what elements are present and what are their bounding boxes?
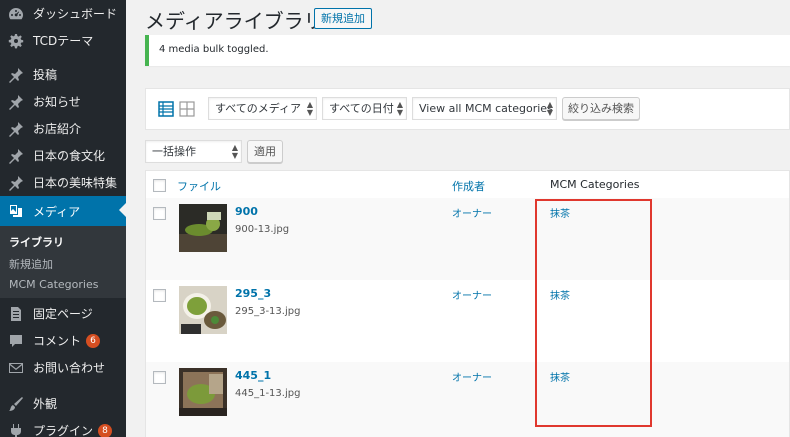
filter-button[interactable]: 絞り込み検索 — [562, 97, 640, 120]
pin-icon — [6, 92, 26, 112]
sidebar-item-label: TCDテーマ — [33, 34, 94, 48]
table-row: 445_1 445_1-13.jpg オーナー 抹茶 — [146, 362, 789, 437]
media-title-link[interactable]: 445_1 — [235, 369, 271, 382]
sidebar-item-news[interactable]: お知らせ — [0, 88, 126, 115]
gear-icon — [6, 31, 26, 51]
pin-icon — [6, 173, 26, 193]
select-arrows-icon: ▲ ▼ — [306, 100, 313, 117]
pin-icon — [6, 65, 26, 85]
grid-view-icon[interactable] — [179, 101, 195, 117]
sidebar-item-label: お問い合わせ — [33, 361, 106, 375]
sidebar-item-plugins[interactable]: プラグイン 8 — [0, 417, 126, 437]
sidebar-item-label: コメント — [33, 334, 82, 348]
select-arrows-icon: ▲ ▼ — [396, 100, 403, 117]
submenu-library[interactable]: ライブラリ — [9, 234, 64, 250]
submenu-mcm-categories[interactable]: MCM Categories — [9, 278, 98, 291]
media-filename: 295_3-13.jpg — [235, 306, 301, 317]
author-link[interactable]: オーナー — [452, 287, 492, 302]
plugins-update-badge: 8 — [98, 423, 113, 437]
comment-icon — [6, 331, 26, 351]
dashboard-icon — [6, 4, 26, 24]
add-new-button[interactable]: 新規追加 — [314, 8, 372, 29]
sidebar-item-label: プラグイン — [33, 424, 94, 437]
author-link[interactable]: オーナー — [452, 205, 492, 220]
column-header-author[interactable]: 作成者 — [452, 178, 485, 194]
row-checkbox[interactable] — [153, 371, 166, 384]
column-header-mcm-categories: MCM Categories — [550, 178, 640, 191]
media-filename: 900-13.jpg — [235, 224, 290, 235]
sidebar-item-label: 外観 — [33, 397, 58, 411]
brush-icon — [6, 394, 26, 414]
category-link[interactable]: 抹茶 — [550, 287, 570, 302]
media-type-select[interactable]: すべてのメディア ▲ ▼ — [208, 97, 317, 120]
sidebar-item-label: メディア — [33, 204, 81, 219]
sidebar-item-shops[interactable]: お店紹介 — [0, 115, 126, 142]
sidebar-item-label: 日本の食文化 — [33, 149, 106, 163]
media-title-link[interactable]: 900 — [235, 205, 258, 218]
thumbnail-image[interactable] — [179, 368, 227, 416]
media-filename: 445_1-13.jpg — [235, 388, 301, 399]
mcm-category-select[interactable]: View all MCM categories ▲ ▼ — [412, 97, 557, 120]
success-notice: 4 media bulk toggled. — [145, 35, 790, 66]
row-checkbox[interactable] — [153, 207, 166, 220]
pin-icon — [6, 119, 26, 139]
media-icon — [6, 201, 26, 221]
sidebar-item-label: 投稿 — [33, 68, 58, 82]
sidebar-item-gourmet-feature[interactable]: 日本の美味特集 — [0, 169, 126, 196]
sidebar-item-pages[interactable]: 固定ページ — [0, 300, 126, 327]
comments-count-badge: 6 — [86, 333, 101, 348]
sidebar-item-appearance[interactable]: 外観 — [0, 390, 126, 417]
sidebar-item-label: 固定ページ — [33, 307, 93, 321]
thumbnail-image[interactable] — [179, 204, 227, 252]
bulk-action-value: 一括操作 — [152, 145, 196, 158]
page-icon — [6, 304, 26, 324]
sidebar-item-label: お知らせ — [33, 95, 81, 109]
sidebar-item-dashboard[interactable]: ダッシュボード — [0, 0, 126, 27]
table-row: 900 900-13.jpg オーナー 抹茶 — [146, 198, 789, 280]
apply-button[interactable]: 適用 — [247, 140, 283, 163]
bulk-action-select[interactable]: 一括操作 ▲ ▼ — [145, 140, 242, 163]
column-header-file[interactable]: ファイル — [177, 178, 221, 194]
admin-sidebar: ダッシュボード TCDテーマ 投稿 お知らせ お店紹介 日本の食文化 日本の美味… — [0, 0, 126, 437]
table-row: 295_3 295_3-13.jpg オーナー 抹茶 — [146, 280, 789, 362]
notice-message: 4 media bulk toggled. — [159, 44, 269, 55]
select-all-checkbox[interactable] — [153, 179, 166, 192]
category-link[interactable]: 抹茶 — [550, 205, 570, 220]
media-table: ファイル 作成者 MCM Categories 900 900-13.jpg オ… — [145, 170, 790, 437]
sidebar-item-comments[interactable]: コメント 6 — [0, 327, 126, 354]
sidebar-item-media[interactable]: メディア — [0, 196, 126, 226]
date-value: すべての日付 — [329, 102, 394, 115]
select-arrows-icon: ▲ ▼ — [546, 100, 553, 117]
author-link[interactable]: オーナー — [452, 369, 492, 384]
sidebar-item-food-culture[interactable]: 日本の食文化 — [0, 142, 126, 169]
plugin-icon — [6, 421, 26, 437]
category-value: View all MCM categories — [419, 102, 553, 115]
page-title: メディアライブラリ — [145, 9, 324, 33]
thumbnail-image[interactable] — [179, 286, 227, 334]
sidebar-item-label: 日本の美味特集 — [33, 176, 118, 190]
media-type-value: すべてのメディア — [215, 102, 302, 115]
sidebar-item-contact[interactable]: お問い合わせ — [0, 354, 126, 381]
media-title-link[interactable]: 295_3 — [235, 287, 271, 300]
media-filter-bar: すべてのメディア ▲ ▼ すべての日付 ▲ ▼ View all MCM categ… — [145, 88, 790, 130]
list-view-icon[interactable] — [158, 101, 174, 117]
select-arrows-icon: ▲ ▼ — [231, 143, 238, 160]
row-checkbox[interactable] — [153, 289, 166, 302]
sidebar-item-label: お店紹介 — [33, 122, 82, 136]
media-submenu: ライブラリ 新規追加 MCM Categories — [0, 226, 126, 298]
mail-icon — [6, 358, 26, 378]
sidebar-item-label: ダッシュボード — [33, 7, 118, 21]
date-select[interactable]: すべての日付 ▲ ▼ — [322, 97, 407, 120]
category-link[interactable]: 抹茶 — [550, 369, 570, 384]
submenu-add-new[interactable]: 新規追加 — [9, 256, 53, 272]
sidebar-item-tcd-theme[interactable]: TCDテーマ — [0, 27, 126, 54]
pin-icon — [6, 146, 26, 166]
sidebar-item-posts[interactable]: 投稿 — [0, 61, 126, 88]
